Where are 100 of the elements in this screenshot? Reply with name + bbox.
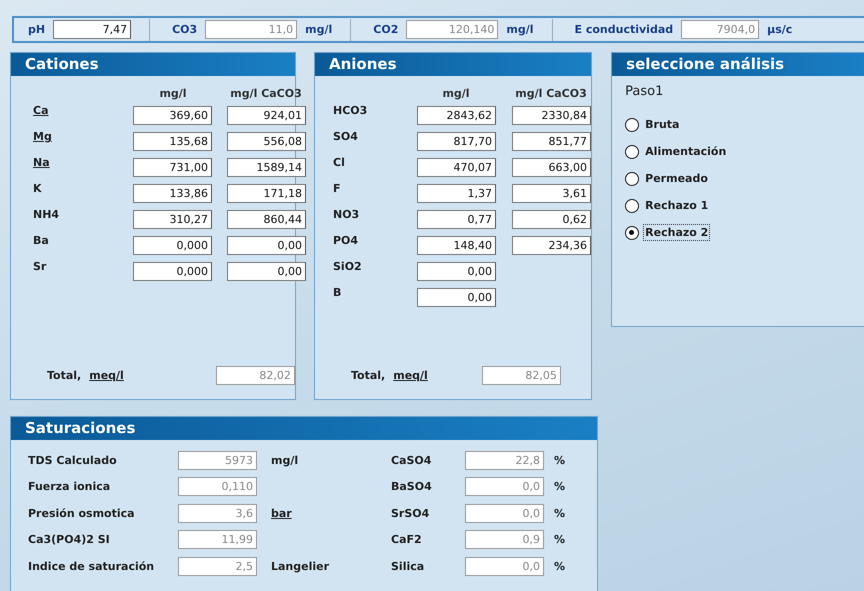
value-field[interactable]: 860,44 [227, 210, 306, 228]
ion-label: Ba [33, 233, 50, 247]
unit-link[interactable]: meq/l [393, 369, 428, 382]
parameter-field[interactable]: 11,0 [205, 20, 298, 39]
value-field[interactable]: 470,07 [417, 158, 496, 176]
option-label[interactable]: Alimentación [643, 143, 728, 160]
result-field[interactable]: 0,0 [465, 556, 544, 576]
unit-link[interactable]: bar [271, 506, 292, 520]
value-field[interactable]: 310,27 [133, 210, 212, 228]
panel-header: seleccione análisis [612, 53, 864, 76]
value-field[interactable]: 556,08 [227, 132, 306, 150]
result-field[interactable]: 11,99 [178, 530, 257, 550]
value-field[interactable]: 851,77 [512, 132, 591, 150]
unit-link[interactable]: meq/l [89, 369, 124, 382]
ion-label: B [333, 285, 342, 299]
parameter-label: Fuerza ionica [28, 480, 112, 494]
value-field[interactable]: 1,37 [417, 184, 496, 202]
parameter-label: Ca3(PO4)2 SI [28, 533, 111, 546]
result-field[interactable]: 0,0 [465, 477, 544, 496]
total-label: Total, [351, 369, 386, 382]
result-field[interactable]: 22,8 [465, 450, 544, 470]
ion-label: SiO2 [333, 259, 363, 273]
result-field[interactable]: 5973 [178, 450, 257, 470]
compound-label: Silica [391, 560, 426, 573]
value-field[interactable]: 2843,62 [417, 106, 496, 124]
unit-label: µs/c [767, 23, 792, 36]
value-field[interactable]: 148,40 [417, 236, 496, 254]
value-field[interactable]: 0,00 [227, 262, 306, 280]
parameter-label: CO2 [373, 23, 398, 36]
parameter-label: pH [28, 23, 46, 36]
ion-label: NH4 [33, 207, 60, 221]
radio-button[interactable] [625, 118, 640, 132]
result-field[interactable]: 0,0 [465, 504, 544, 523]
result-field[interactable]: 0,9 [465, 530, 544, 550]
option-label[interactable]: Rechazo 1 [643, 197, 710, 214]
total-field[interactable]: 82,02 [216, 366, 295, 385]
value-field[interactable]: 817,70 [417, 132, 496, 150]
parameter-label: CO3 [172, 23, 198, 36]
column-header: mg/l [441, 86, 471, 100]
ion-label: Cl [333, 155, 346, 169]
value-field[interactable]: 0,00 [417, 288, 496, 306]
ion-label: K [33, 181, 43, 195]
panel-header: Aniones [315, 53, 592, 76]
parameter-label: Presión osmotica [28, 506, 136, 520]
unit-label: % [553, 533, 564, 546]
ion-label: SO4 [333, 129, 359, 143]
value-field[interactable]: 3,61 [512, 184, 591, 202]
ion-link[interactable]: Ca [33, 102, 119, 117]
unit-label: % [553, 506, 564, 520]
result-field[interactable]: 0,110 [178, 477, 257, 496]
value-field[interactable]: 369,60 [133, 106, 212, 124]
radio-button[interactable] [625, 144, 640, 158]
parameter-label: TDS Calculado [28, 454, 118, 467]
option-label[interactable]: Permeado [643, 170, 710, 187]
radio-button[interactable] [625, 198, 640, 212]
compound-label: SrSO4 [391, 506, 430, 520]
value-field[interactable]: 924,01 [227, 106, 306, 124]
value-field[interactable]: 0,00 [417, 262, 496, 280]
compound-label: BaSO4 [391, 480, 433, 494]
ion-link[interactable]: Na [33, 154, 119, 169]
unit-label: mg/l [305, 23, 332, 36]
step-label: Paso1 [625, 84, 664, 99]
ion-label: Sr [33, 259, 48, 273]
value-field[interactable]: 135,68 [133, 132, 212, 150]
panel-header: Cationes [11, 53, 295, 76]
unit-label: % [553, 560, 564, 573]
value-field[interactable]: 133,86 [133, 184, 212, 202]
value-field[interactable]: 663,00 [512, 158, 591, 176]
value-field[interactable]: 2330,84 [512, 106, 591, 124]
value-field[interactable]: 1589,14 [227, 158, 306, 176]
value-field[interactable]: 0,77 [417, 210, 496, 228]
panel-header: Saturaciones [11, 417, 597, 440]
value-field[interactable]: 731,00 [133, 158, 212, 176]
column-header: mg/l [158, 86, 188, 100]
value-field[interactable]: 171,18 [227, 184, 306, 202]
radio-button[interactable] [625, 172, 640, 186]
option-label[interactable]: Bruta [643, 116, 682, 133]
result-field[interactable]: 2,5 [178, 556, 257, 576]
result-field[interactable]: 3,6 [178, 504, 257, 523]
parameter-field[interactable]: 7,47 [53, 20, 132, 39]
radio-button[interactable] [625, 226, 640, 240]
parameter-field[interactable]: 7904,0 [681, 20, 760, 39]
compound-label: CaF2 [391, 533, 423, 546]
unit-label: % [553, 480, 564, 494]
parameter-field[interactable]: 120,140 [406, 20, 498, 39]
parameter-label: Indice de saturación [28, 560, 156, 573]
parameter-label: E conductividad [574, 23, 674, 36]
total-label: Total, [47, 369, 82, 382]
option-label[interactable]: Rechazo 2 [643, 224, 710, 241]
value-field[interactable]: 0,000 [133, 236, 212, 254]
value-field[interactable]: 0,62 [512, 210, 591, 228]
unit-label: % [553, 454, 564, 467]
value-field[interactable]: 0,000 [133, 262, 212, 280]
value-field[interactable]: 234,36 [512, 236, 591, 254]
compound-label: CaSO4 [391, 454, 432, 467]
total-field[interactable]: 82,05 [482, 366, 561, 385]
unit-label: Langelier [271, 560, 330, 573]
ion-link[interactable]: Mg [33, 128, 119, 143]
ion-label: PO4 [333, 233, 360, 247]
value-field[interactable]: 0,00 [227, 236, 306, 254]
